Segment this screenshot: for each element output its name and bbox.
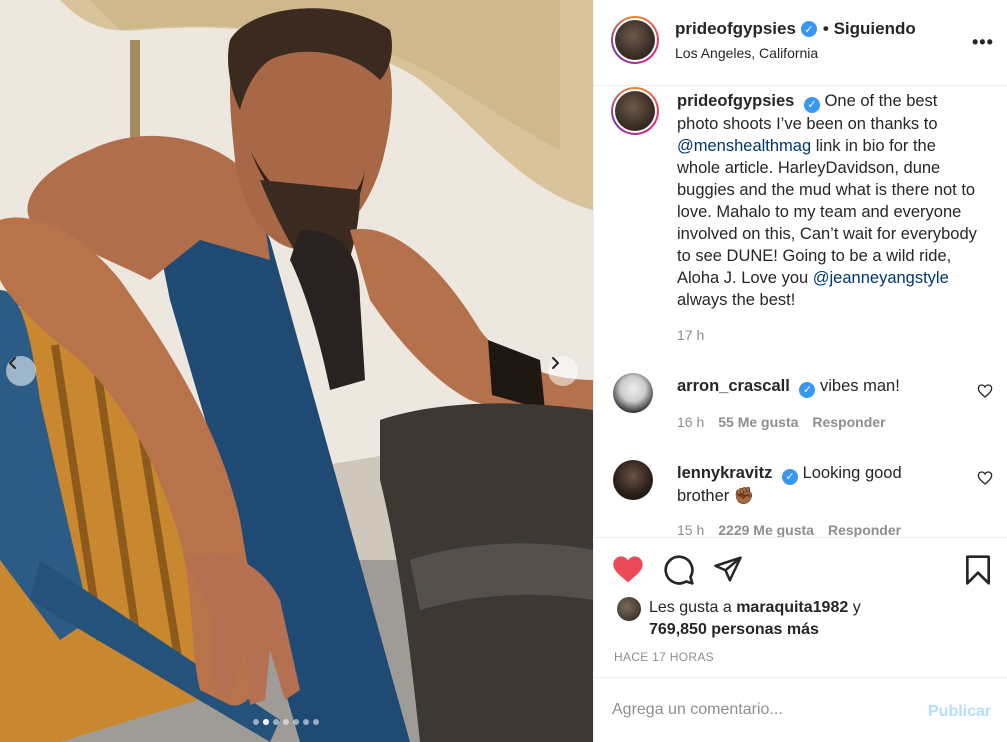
commenter-username[interactable]: arron_crascall [677, 377, 790, 395]
verified-badge-icon: ✓ [803, 97, 820, 113]
commenter-avatar[interactable] [613, 373, 653, 413]
comments-list[interactable]: prideofgypsies ✓ One of the best photo s… [594, 87, 1007, 537]
carousel-dot [313, 719, 319, 725]
caption-text: prideofgypsies ✓ One of the best photo s… [677, 90, 977, 311]
likes-count-link[interactable]: 769,850 personas más [649, 621, 819, 638]
post-header: prideofgypsies ✓ • Siguiendo Los Angeles… [594, 0, 1007, 86]
carousel-dot [303, 719, 309, 725]
reply-button[interactable]: Responder [828, 522, 901, 537]
likes-connector: y [852, 599, 861, 616]
carousel-dot [283, 719, 289, 725]
comment-body: vibes man! [820, 377, 900, 395]
comment-time[interactable]: 16 h [677, 414, 704, 430]
commenter-username[interactable]: lennykravitz [677, 464, 772, 482]
verified-badge-icon: ✓ [800, 21, 817, 37]
author-avatar[interactable] [611, 16, 659, 64]
comment-icon[interactable] [663, 554, 695, 586]
carousel-dot [293, 719, 299, 725]
mention-link[interactable]: @jeanneyangstyle [813, 269, 949, 287]
liker-avatar[interactable] [617, 597, 641, 621]
reply-button[interactable]: Responder [812, 414, 885, 430]
carousel-dot [253, 719, 259, 725]
carousel-prev-button[interactable] [6, 356, 36, 386]
fist-emoji-icon: ✊🏾 [733, 487, 755, 505]
caption-time[interactable]: 17 h [677, 327, 704, 343]
verified-badge-icon: ✓ [799, 382, 816, 398]
post-location[interactable]: Los Angeles, California [675, 45, 818, 61]
comment-time[interactable]: 15 h [677, 522, 704, 537]
comment-like-heart-icon[interactable] [977, 470, 993, 486]
caption-body: link in bio for the whole article. Harle… [677, 137, 977, 287]
add-comment-form: Publicar [594, 677, 1007, 742]
chevron-left-icon [9, 357, 16, 369]
follow-status-button[interactable]: • Siguiendo [823, 19, 916, 39]
post-image [0, 0, 593, 742]
author-username[interactable]: prideofgypsies [675, 19, 796, 39]
comment-likes[interactable]: 55 Me gusta [718, 414, 798, 430]
chevron-right-icon [552, 357, 559, 369]
carousel-next-button[interactable] [548, 356, 578, 386]
post-photo[interactable] [0, 0, 593, 742]
verified-badge-icon: ✓ [781, 469, 798, 485]
publish-button[interactable]: Publicar [928, 703, 991, 721]
likes-prefix: Les gusta a [649, 599, 732, 616]
carousel-dot [273, 719, 279, 725]
comment-like-heart-icon[interactable] [977, 383, 993, 399]
share-send-icon[interactable] [712, 554, 744, 584]
carousel-dot-active [263, 719, 269, 725]
post-timestamp[interactable]: HACE 17 HORAS [614, 650, 714, 664]
carousel-indicator [253, 719, 319, 725]
comment-likes[interactable]: 2229 Me gusta [718, 522, 814, 537]
bookmark-icon[interactable] [964, 554, 992, 586]
like-heart-icon[interactable] [612, 554, 644, 584]
caption-username[interactable]: prideofgypsies [677, 92, 794, 110]
likes-summary: Les gusta a maraquita1982 y 769,850 pers… [617, 597, 909, 641]
mention-link[interactable]: @menshealthmag [677, 137, 811, 155]
comment-input[interactable] [612, 698, 912, 722]
commenter-avatar[interactable] [613, 460, 653, 500]
caption-avatar[interactable] [611, 87, 659, 135]
liker-username[interactable]: maraquita1982 [736, 599, 848, 616]
more-options-icon[interactable]: ••• [972, 32, 994, 53]
caption-body: always the best! [677, 291, 796, 309]
post-actions: Les gusta a maraquita1982 y 769,850 pers… [594, 537, 1007, 677]
post-side-panel: prideofgypsies ✓ • Siguiendo Los Angeles… [593, 0, 1007, 742]
